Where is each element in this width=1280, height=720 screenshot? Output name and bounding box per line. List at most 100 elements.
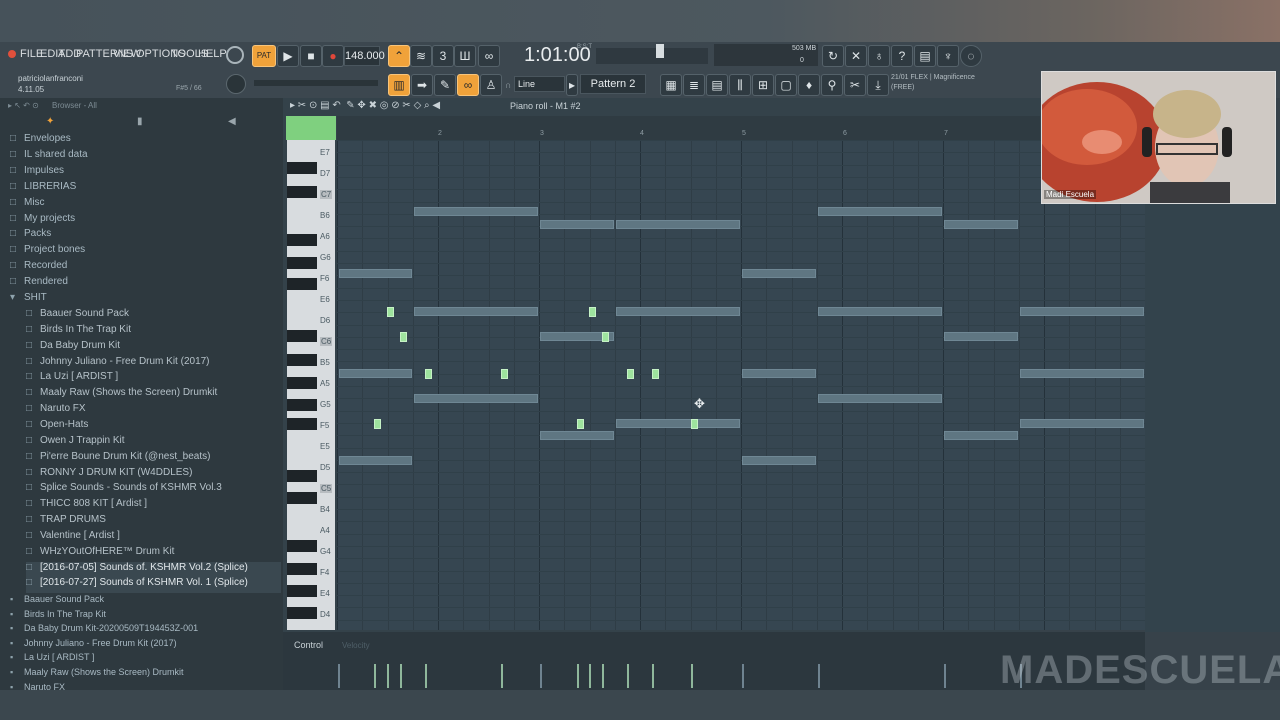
browser-window-icon[interactable]: ▢ — [775, 74, 797, 96]
note[interactable] — [339, 456, 412, 465]
loop-record-icon[interactable]: ∞ — [478, 45, 500, 67]
note[interactable] — [616, 307, 740, 316]
black-key[interactable] — [287, 377, 317, 389]
velocity-bar-selected[interactable] — [602, 664, 604, 688]
browser-folder[interactable]: □ Project bones — [10, 244, 278, 260]
browser-subfolder[interactable]: □ Da Baby Drum Kit — [26, 340, 281, 356]
note[interactable] — [818, 207, 942, 216]
note[interactable] — [944, 332, 1018, 341]
plugin-picker-icon[interactable]: ♆ — [937, 45, 959, 67]
cut-icon[interactable]: ✂ — [844, 74, 866, 96]
black-key[interactable] — [287, 607, 317, 619]
browser-folder[interactable]: □ Envelopes — [10, 133, 278, 149]
master-pitch-knob[interactable] — [226, 74, 246, 94]
browser-subfolder[interactable]: □ [2016-07-27] Sounds of KSHMR Vol. 1 (Sp… — [26, 577, 281, 594]
black-key[interactable] — [287, 278, 317, 290]
play-button[interactable]: ▶ — [277, 45, 299, 67]
undo-history-icon[interactable]: ↻ — [822, 45, 844, 67]
song-pattern-toggle[interactable]: PAT — [252, 45, 276, 67]
velocity-bar-selected[interactable] — [652, 664, 654, 688]
black-key[interactable] — [287, 257, 317, 269]
black-key[interactable] — [287, 418, 317, 430]
time-slider[interactable] — [254, 80, 378, 86]
selected-note[interactable] — [589, 307, 596, 317]
velocity-bar-selected[interactable] — [374, 664, 376, 688]
note[interactable] — [1020, 369, 1144, 378]
master-volume-knob[interactable] — [226, 46, 244, 64]
browser-subfolder[interactable]: □ Maaly Raw (Shows the Screen) Drumkit — [26, 387, 281, 403]
browser-file-icon[interactable]: ▮ — [137, 116, 143, 127]
piano-roll-toolbar-icons[interactable]: ▸ ✂ ⊙ ▤ ↶ ✎ ✥ ✖ ◎ ⊘ ✂ ◇ ⌕ ◀ — [290, 100, 440, 111]
piano-roll-icon[interactable]: ▥ — [388, 74, 410, 96]
pattern-prev-arrow[interactable]: ▸ — [566, 74, 578, 96]
velocity-bar-selected[interactable] — [387, 664, 389, 688]
save-icon[interactable]: ▤ — [914, 45, 936, 67]
note[interactable] — [414, 307, 538, 316]
help-icon[interactable]: ? — [891, 45, 913, 67]
velocity-bar-selected[interactable] — [577, 664, 579, 688]
mixer-icon[interactable]: ✕ — [845, 45, 867, 67]
browser-add-icon[interactable]: ✦ — [46, 116, 54, 127]
control-target-label[interactable]: Velocity — [342, 641, 370, 650]
velocity-bar-selected[interactable] — [589, 664, 591, 688]
browser-subfolder[interactable]: □ Baauer Sound Pack — [26, 308, 281, 324]
note[interactable] — [540, 220, 614, 229]
browser-subfolder[interactable]: □ La Uzi [ ARDIST ] — [26, 371, 281, 387]
microphone-icon[interactable]: ♁ — [868, 45, 890, 67]
download-icon[interactable]: ⤓ — [867, 74, 889, 96]
record-button[interactable]: ● — [322, 45, 344, 67]
link-icon[interactable]: ∞ — [457, 74, 479, 96]
browser-folder[interactable]: □ LIBRERIAS — [10, 181, 278, 197]
note[interactable] — [414, 207, 538, 216]
browser-file[interactable]: ▪ Da Baby Drum Kit-20200509T194453Z-001 — [10, 623, 278, 639]
browser-subfolder[interactable]: □ Splice Sounds - Sounds of KSHMR Vol.3 — [26, 482, 281, 498]
mic-input-icon[interactable]: ⚲ — [821, 74, 843, 96]
browser-subfolder[interactable]: □ WHzYOutOfHERE™ Drum Kit — [26, 546, 281, 562]
note[interactable] — [1020, 307, 1144, 316]
browser-file[interactable]: ▪ Johnny Juliano - Free Drum Kit (2017) — [10, 638, 278, 654]
selected-note[interactable] — [577, 419, 584, 429]
browser-folder[interactable]: □ Packs — [10, 228, 278, 244]
browser-file[interactable]: ▪ La Uzi [ ARDIST ] — [10, 652, 278, 668]
channel-rack-icon[interactable]: ≣ — [683, 74, 705, 96]
snap-select[interactable]: Line — [514, 76, 565, 92]
note[interactable] — [339, 369, 412, 378]
black-key[interactable] — [287, 354, 317, 366]
note[interactable] — [339, 269, 412, 278]
browser-subfolder[interactable]: □ Naruto FX — [26, 403, 281, 419]
master-pitch-slider[interactable] — [656, 44, 664, 58]
pencil-icon[interactable]: ✎ — [434, 74, 456, 96]
browser-speaker-icon[interactable]: ◀ — [228, 116, 236, 127]
black-key[interactable] — [287, 162, 317, 174]
note[interactable] — [818, 307, 942, 316]
browser-subfolder[interactable]: □ Pi'erre Boune Drum Kit (@nest_beats) — [26, 451, 281, 467]
browser-subfolder[interactable]: □ Open-Hats — [26, 419, 281, 435]
browser-subfolder[interactable]: □ Valentine [ Ardist ] — [26, 530, 281, 546]
browser-folder[interactable]: □ Rendered — [10, 276, 278, 292]
timeline-ruler[interactable] — [337, 116, 1040, 140]
step-edit-icon[interactable]: Ш — [454, 45, 476, 67]
browser-subfolder[interactable]: □ Birds In The Trap Kit — [26, 324, 281, 340]
note[interactable] — [944, 220, 1018, 229]
touch-controller-icon[interactable]: ♦ — [798, 74, 820, 96]
plugin-news-line2[interactable]: (FREE) — [891, 84, 914, 91]
browser-folder[interactable]: □ Recorded — [10, 260, 278, 276]
black-key[interactable] — [287, 234, 317, 246]
selected-note[interactable] — [374, 419, 381, 429]
black-key[interactable] — [287, 330, 317, 342]
note[interactable] — [1020, 419, 1144, 428]
stamp-icon[interactable]: ♙ — [480, 74, 502, 96]
browser-subfolder[interactable]: □ THICC 808 KIT [ Ardist ] — [26, 498, 281, 514]
note[interactable] — [944, 431, 1018, 440]
browser-file[interactable]: ▪ Maaly Raw (Shows the Screen) Drumkit — [10, 667, 278, 683]
black-key[interactable] — [287, 186, 317, 198]
browser-file[interactable]: ▪ Birds In The Trap Kit — [10, 609, 278, 625]
selected-note[interactable] — [387, 307, 394, 317]
browser-folder[interactable]: □ IL shared data — [10, 149, 278, 165]
note[interactable] — [414, 394, 538, 403]
control-label[interactable]: Control — [294, 640, 323, 650]
note[interactable] — [742, 269, 816, 278]
black-key[interactable] — [287, 540, 317, 552]
browser-folder[interactable]: □ Misc — [10, 197, 278, 213]
black-key[interactable] — [287, 470, 317, 482]
